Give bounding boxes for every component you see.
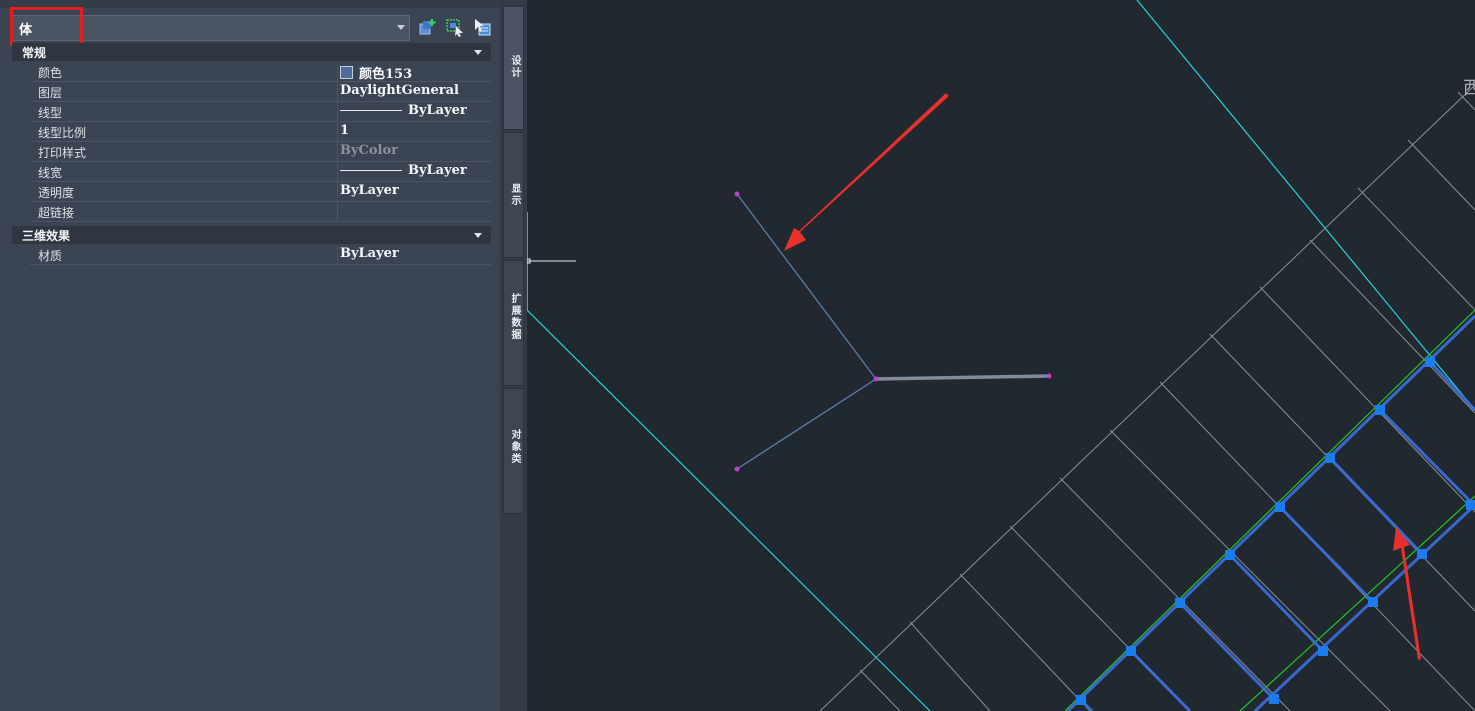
drawing-canvas[interactable]: 西: [527, 0, 1475, 711]
linetype-preview: [340, 110, 402, 111]
column-divider: [337, 162, 338, 182]
palette-vertical-tabs: 设计 显示 扩展数据 对象类: [500, 0, 527, 711]
section-general[interactable]: 常规: [12, 43, 491, 61]
prop-row-linetype-scale[interactable]: 线型比例 1: [30, 122, 491, 142]
corner-label: 西: [1463, 78, 1475, 99]
palette-top-strip: [0, 0, 500, 8]
lineweight-value-text: ByLayer: [408, 163, 467, 178]
prop-value[interactable]: ByLayer: [340, 163, 467, 178]
prop-name: 线型: [38, 106, 63, 120]
tab-extended-data[interactable]: 扩展数据: [503, 260, 524, 386]
prop-row-color[interactable]: 颜色 颜色153: [30, 62, 491, 82]
prop-row-transparency[interactable]: 透明度 ByLayer: [30, 182, 491, 202]
prop-value[interactable]: ByLayer: [340, 103, 467, 118]
prop-value[interactable]: ByColor: [340, 143, 398, 158]
tab-label: 扩展数据: [509, 293, 520, 341]
tab-label: 设计: [509, 55, 520, 79]
tab-label: 显示: [509, 183, 520, 207]
prop-name: 打印样式: [38, 146, 87, 160]
tab-object-class[interactable]: 对象类: [503, 388, 524, 514]
color-swatch: [340, 66, 353, 79]
prop-value[interactable]: ByLayer: [340, 183, 399, 198]
column-divider: [337, 82, 338, 102]
row-gutter: [12, 61, 30, 223]
prop-row-linetype[interactable]: 线型 ByLayer: [30, 102, 491, 122]
column-divider: [337, 182, 338, 202]
y-shaped-object[interactable]: [734, 191, 1052, 472]
color-value-text: 颜色153: [359, 67, 413, 82]
quick-select-icon[interactable]: [417, 17, 437, 37]
section-3d-effects[interactable]: 三维效果: [12, 226, 491, 244]
prop-name: 线宽: [38, 166, 63, 180]
prop-row-layer[interactable]: 图层 DaylightGeneral: [30, 82, 491, 102]
prop-value[interactable]: 颜色153: [340, 63, 412, 82]
prop-row-material[interactable]: 材质 ByLayer: [30, 245, 491, 265]
column-divider: [337, 245, 338, 265]
prop-value[interactable]: ByLayer: [340, 246, 399, 261]
column-divider: [337, 202, 338, 222]
chevron-down-icon: [397, 25, 405, 30]
red-annotation-arrow: [784, 93, 949, 251]
object-type-value: 体: [19, 23, 33, 38]
object-type-dropdown[interactable]: 体: [12, 15, 410, 41]
toggle-pickadd-icon[interactable]: [472, 17, 492, 37]
column-divider: [337, 142, 338, 162]
prop-name: 超链接: [38, 206, 75, 220]
tab-design[interactable]: 设计: [503, 6, 524, 130]
prop-name: 透明度: [38, 186, 75, 200]
column-divider: [337, 102, 338, 122]
chevron-down-icon: [474, 233, 482, 238]
prop-name: 材质: [38, 249, 63, 263]
prop-name: 颜色: [38, 66, 63, 80]
stair-grid: [819, 84, 1475, 711]
prop-row-plot-style[interactable]: 打印样式 ByColor: [30, 142, 491, 162]
select-objects-icon[interactable]: [445, 17, 465, 37]
section-3d-title: 三维效果: [22, 229, 71, 243]
row-gutter: [12, 244, 30, 266]
ucs-marker: [527, 212, 576, 310]
tab-label: 对象类: [509, 429, 520, 465]
prop-value[interactable]: 1: [340, 123, 349, 138]
section-general-title: 常规: [22, 46, 47, 60]
column-divider: [337, 122, 338, 142]
prop-row-lineweight[interactable]: 线宽 ByLayer: [30, 162, 491, 182]
cyan-boundary-line: [1136, 0, 1475, 411]
model-space-drawing: 西: [527, 0, 1475, 711]
prop-name: 线型比例: [38, 126, 87, 140]
prop-name: 图层: [38, 86, 63, 100]
properties-palette: 体 常规 颜色 颜色153 图层 DaylightGeneral 线型 ByLa…: [0, 0, 500, 711]
prop-row-hyperlink[interactable]: 超链接: [30, 202, 491, 222]
chevron-down-icon: [474, 50, 482, 55]
prop-value[interactable]: DaylightGeneral: [340, 83, 459, 98]
tab-display[interactable]: 显示: [503, 132, 524, 258]
lineweight-preview: [340, 170, 402, 171]
column-divider: [337, 62, 338, 82]
linetype-value-text: ByLayer: [408, 103, 467, 118]
